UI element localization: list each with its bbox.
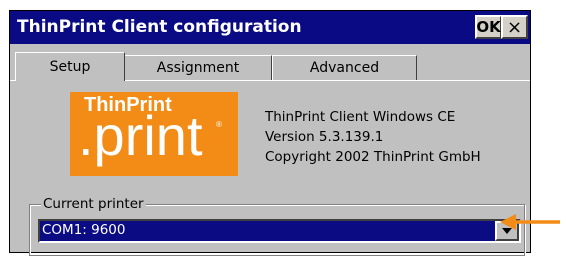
logo-registered-mark: ® (216, 120, 222, 129)
tab-advanced[interactable]: Advanced (272, 55, 417, 80)
close-button[interactable]: × (501, 15, 528, 39)
tab-assignment[interactable]: Assignment (124, 55, 272, 80)
thinprint-logo: ThinPrint .print ® (70, 92, 238, 176)
product-copyright: Copyright 2002 ThinPrint GmbH (265, 149, 481, 165)
product-name: ThinPrint Client Windows CE (265, 109, 456, 125)
config-dialog: ThinPrint Client configuration OK × Setu… (9, 10, 531, 256)
current-printer-label: Current printer (41, 196, 146, 212)
logo-print-text: .print (78, 104, 203, 167)
product-version: Version 5.3.139.1 (265, 129, 384, 145)
arrow-left-icon (500, 214, 560, 230)
printer-select-value: COM1: 9600 (42, 222, 126, 238)
tab-setup[interactable]: Setup (15, 52, 125, 81)
tab-bar: Setup Assignment Advanced (10, 44, 530, 81)
product-info: ThinPrint Client Windows CE Version 5.3.… (265, 107, 481, 167)
ok-button[interactable]: OK (475, 15, 502, 39)
window-title: ThinPrint Client configuration (17, 17, 302, 37)
printer-select[interactable]: COM1: 9600 (38, 219, 521, 243)
title-bar: ThinPrint Client configuration OK × (10, 11, 530, 44)
